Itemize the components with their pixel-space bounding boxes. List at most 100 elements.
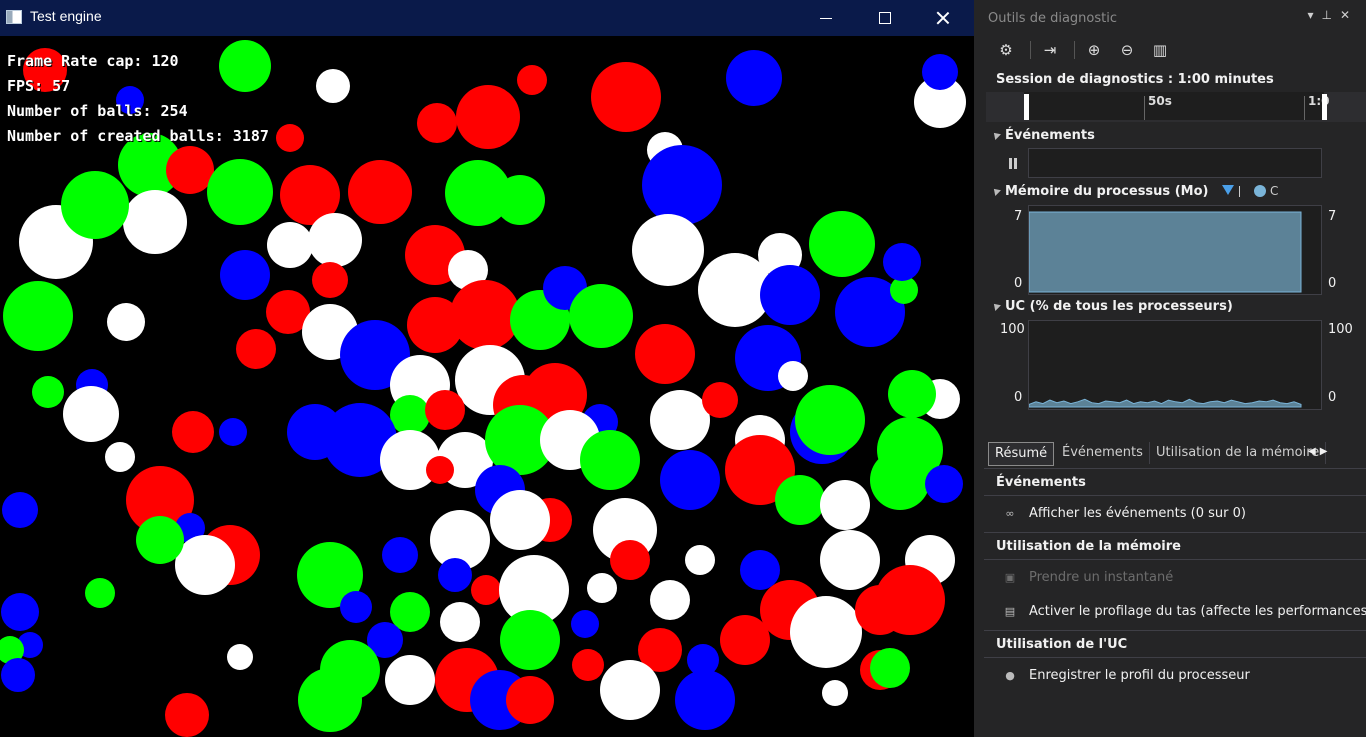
memory-section-header[interactable]: Mémoire du processus (Mo) [991,184,1209,199]
ball [63,386,119,442]
group-events-header: Événements [984,468,1366,496]
ball [219,418,247,446]
ball [650,580,690,620]
record-cpu-profile-link[interactable]: Enregistrer le profil du processeur [1029,668,1250,683]
cpu-axis-right-min: 0 [1328,390,1337,405]
ball [820,480,870,530]
cpu-chart[interactable] [1028,320,1322,410]
window-titlebar[interactable]: Test engine [0,0,974,36]
cpu-axis-right-max: 100 [1328,322,1353,337]
hud-frame-rate-cap: Frame Rate cap: 120 [7,52,179,70]
group-cpu-header: Utilisation de l'UC [984,630,1366,658]
ball [3,281,73,351]
tab-events[interactable]: Événements [1056,442,1150,464]
collapse-icon[interactable] [991,130,1001,140]
snapshot-legend-icon [1222,185,1234,195]
ball [348,160,412,224]
show-events-link[interactable]: Afficher les événements (0 sur 0) [1029,506,1246,521]
minimize-button[interactable] [803,0,849,36]
ball [276,124,304,152]
hud-fps: FPS: 57 [7,77,71,95]
cpu-axis-left-max: 100 [1000,322,1025,337]
zoom-out-icon[interactable]: ⊖ [1117,40,1137,60]
ball [32,376,64,408]
ball [316,69,350,103]
ball [267,222,313,268]
ball [175,535,235,595]
tab-scroll-right-icon[interactable]: ▶ [1320,446,1332,457]
ball [883,243,921,281]
session-label: Session de diagnostics : 1:00 minutes [996,72,1274,87]
camera-icon: ▣ [1004,571,1016,584]
ball [136,516,184,564]
timeline-end-handle[interactable] [1322,94,1327,120]
memory-axis-right-max: 7 [1328,209,1337,224]
collapse-icon[interactable] [991,301,1001,311]
tab-scroll-arrows[interactable]: ◀▶ [1308,446,1331,457]
cpu-axis-left-min: 0 [1014,390,1023,405]
ball [778,361,808,391]
ball [312,262,348,298]
ball [922,54,958,90]
window-title: Test engine [30,8,102,24]
record-icon: ● [1005,669,1015,682]
ball [610,540,650,580]
app-window: Test engine Frame Rate cap: 120 FPS: 57 … [0,0,974,737]
cpu-section-header[interactable]: UC (% de tous les processeurs) [991,299,1233,314]
ball [795,385,865,455]
ball [385,655,435,705]
maximize-button[interactable] [862,0,908,36]
diagnostic-toolbar: ⚙ ⇥ ⊕ ⊖ ▥ [984,36,1366,66]
session-timeline[interactable]: 50s 1:0 [986,92,1366,122]
memory-section-title: Mémoire du processus (Mo) [1005,184,1209,199]
ball [471,575,501,605]
ball [495,175,545,225]
timeline-track[interactable] [1024,92,1324,120]
tab-resume[interactable]: Résumé [988,442,1055,466]
close-panel-icon[interactable]: ✕ [1340,8,1358,22]
events-section-header[interactable]: Événements [991,128,1095,143]
memory-chart[interactable] [1028,205,1322,295]
close-button[interactable] [920,0,966,36]
chart-icon[interactable]: ▥ [1150,40,1170,60]
legend-truncated-label: C [1270,184,1279,198]
ball [172,411,214,453]
ball [440,602,480,642]
timeline-tick [1144,96,1145,120]
ball [123,190,187,254]
ball [308,213,362,267]
pin-icon[interactable]: ⊥ [1321,8,1339,22]
ball [760,265,820,325]
dropdown-icon[interactable]: ▾ [1307,8,1321,22]
collapse-icon[interactable] [991,186,1001,196]
ball [572,649,604,681]
ball [571,610,599,638]
toolbar-separator [1074,41,1075,59]
pause-icon[interactable] [1008,158,1018,169]
ball [775,475,825,525]
ball [726,50,782,106]
ball [820,530,880,590]
gear-icon[interactable]: ⚙ [996,40,1016,60]
ball [870,648,910,688]
app-icon [6,10,22,24]
ball [822,680,848,706]
tab-scroll-left-icon[interactable]: ◀ [1308,446,1320,457]
ball [517,65,547,95]
ball [450,280,520,350]
tab-memory-usage[interactable]: Utilisation de la mémoire [1150,442,1327,464]
ball [500,610,560,670]
ball [720,615,770,665]
take-snapshot-button[interactable]: Prendre un instantané [1029,570,1173,585]
timeline-start-handle[interactable] [1024,94,1029,120]
enable-heap-profiling-link[interactable]: Activer le profilage du tas (affecte les… [1029,604,1366,619]
export-icon[interactable]: ⇥ [1040,40,1060,60]
ball [298,668,362,732]
events-track [1028,148,1322,178]
ball [642,145,722,225]
cpu-chart-svg [1028,398,1302,408]
ball [506,676,554,724]
zoom-in-icon[interactable]: ⊕ [1084,40,1104,60]
ball [490,490,550,550]
ball [790,596,862,668]
